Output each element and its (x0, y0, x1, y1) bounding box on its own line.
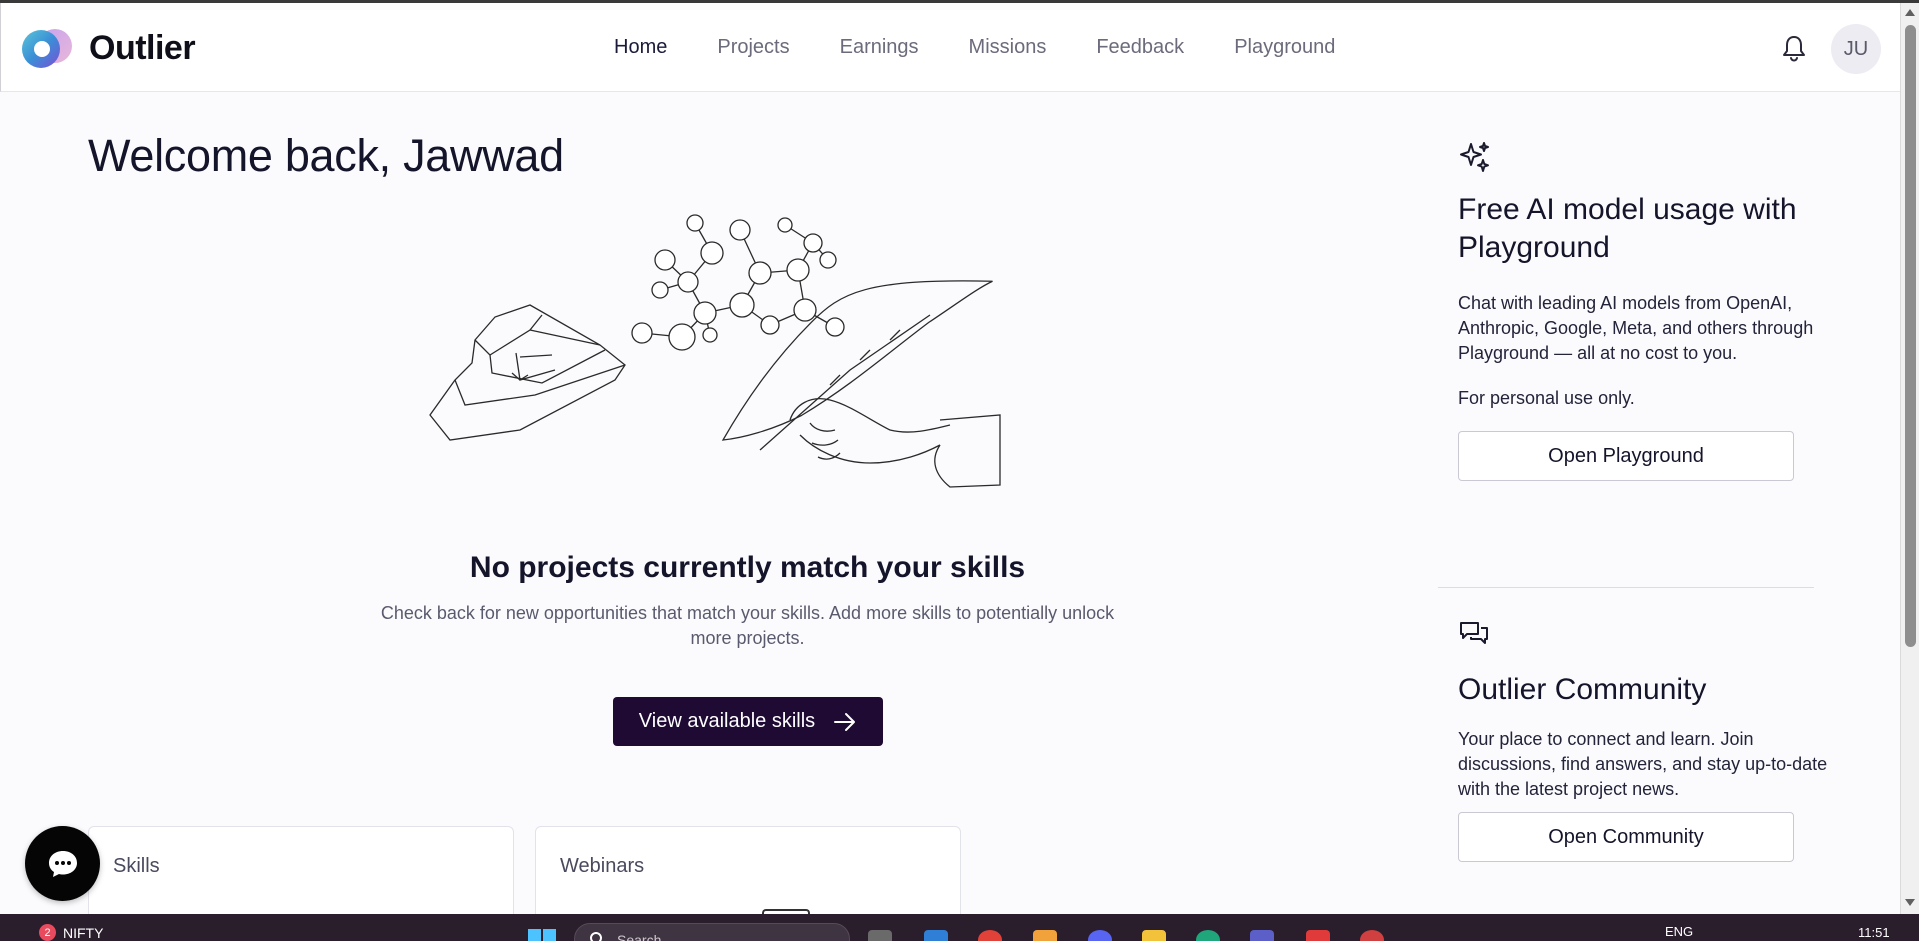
empty-state-title: No projects currently match your skills (469, 551, 1026, 584)
stock-ticker-widget[interactable]: NIFTY (63, 925, 103, 941)
scroll-down-arrow-icon[interactable] (1905, 899, 1915, 906)
taskbar-app-icon-4[interactable] (1033, 930, 1057, 941)
empty-state-illustration (420, 205, 1070, 495)
windows-start-icon[interactable] (528, 929, 556, 941)
nav-earnings[interactable]: Earnings (840, 36, 919, 59)
edge-icon[interactable] (1196, 930, 1220, 941)
brand-name: Outlier (89, 28, 196, 67)
nav-missions[interactable]: Missions (969, 36, 1047, 59)
brand-logo[interactable]: Outlier (21, 27, 196, 69)
view-available-skills-button[interactable]: View available skills (613, 697, 883, 746)
discord-icon[interactable] (1088, 930, 1112, 941)
playground-note: For personal use only. (1458, 388, 1635, 408)
notification-badge: 2 (39, 924, 56, 941)
chat-bubbles-icon (1460, 622, 1488, 644)
taskbar-search-placeholder: Search (617, 932, 662, 941)
nav-playground[interactable]: Playground (1234, 36, 1335, 59)
playground-description: Chat with leading AI models from OpenAI,… (1458, 293, 1814, 363)
webinars-card-title: Webinars (560, 855, 645, 877)
nav-feedback[interactable]: Feedback (1096, 36, 1184, 59)
chat-bubble-icon (48, 850, 77, 877)
user-avatar[interactable]: JU (1831, 24, 1881, 74)
community-panel: Outlier Community Your place to connect … (1458, 620, 1828, 862)
community-description: Your place to connect and learn. Join di… (1458, 729, 1828, 799)
community-title: Outlier Community (1458, 673, 1707, 706)
taskbar-app-icon-10[interactable] (1360, 930, 1384, 941)
open-community-button[interactable]: Open Community (1458, 812, 1794, 862)
system-clock[interactable]: 11:51 (1858, 925, 1890, 940)
sparkles-icon (1460, 142, 1489, 172)
nav-home[interactable]: Home (614, 36, 667, 59)
taskbar-app-icon-1[interactable] (868, 930, 892, 941)
os-taskbar: 2 NIFTY Search ENG 11:51 (0, 914, 1919, 941)
language-indicator[interactable]: ENG (1665, 924, 1693, 939)
view-available-skills-label: View available skills (638, 710, 816, 732)
scrollbar-thumb[interactable] (1905, 25, 1916, 647)
main-nav: Home Projects Earnings Missions Feedback… (614, 36, 1335, 59)
open-playground-button[interactable]: Open Playground (1458, 431, 1794, 481)
chat-support-button[interactable] (25, 826, 100, 901)
skills-card-title: Skills (113, 855, 160, 877)
chrome-icon[interactable] (978, 930, 1002, 941)
playground-panel: Free AI model usage with Playground Chat… (1458, 140, 1828, 481)
taskbar-app-icon-2[interactable] (924, 930, 948, 941)
welcome-heading: Welcome back, Jawwad (88, 130, 564, 181)
empty-state-description: Check back for new opportunities that ma… (380, 603, 1115, 648)
notifications-bell-icon[interactable] (1780, 33, 1808, 63)
playground-title: Free AI model usage with Playground (1458, 193, 1797, 264)
outlier-logo-icon (21, 27, 75, 69)
side-divider (1438, 587, 1814, 588)
search-icon (590, 932, 602, 941)
scroll-up-arrow-icon[interactable] (1905, 9, 1915, 16)
teams-icon[interactable] (1250, 930, 1274, 941)
file-explorer-icon[interactable] (1142, 930, 1166, 941)
top-navbar: Outlier Home Projects Earnings Missions … (0, 3, 1900, 92)
taskbar-app-icon-9[interactable] (1306, 930, 1330, 941)
taskbar-search[interactable]: Search (574, 923, 850, 941)
arrow-right-icon (834, 712, 856, 731)
page-scrollbar[interactable] (1900, 3, 1919, 914)
nav-projects[interactable]: Projects (717, 36, 789, 59)
